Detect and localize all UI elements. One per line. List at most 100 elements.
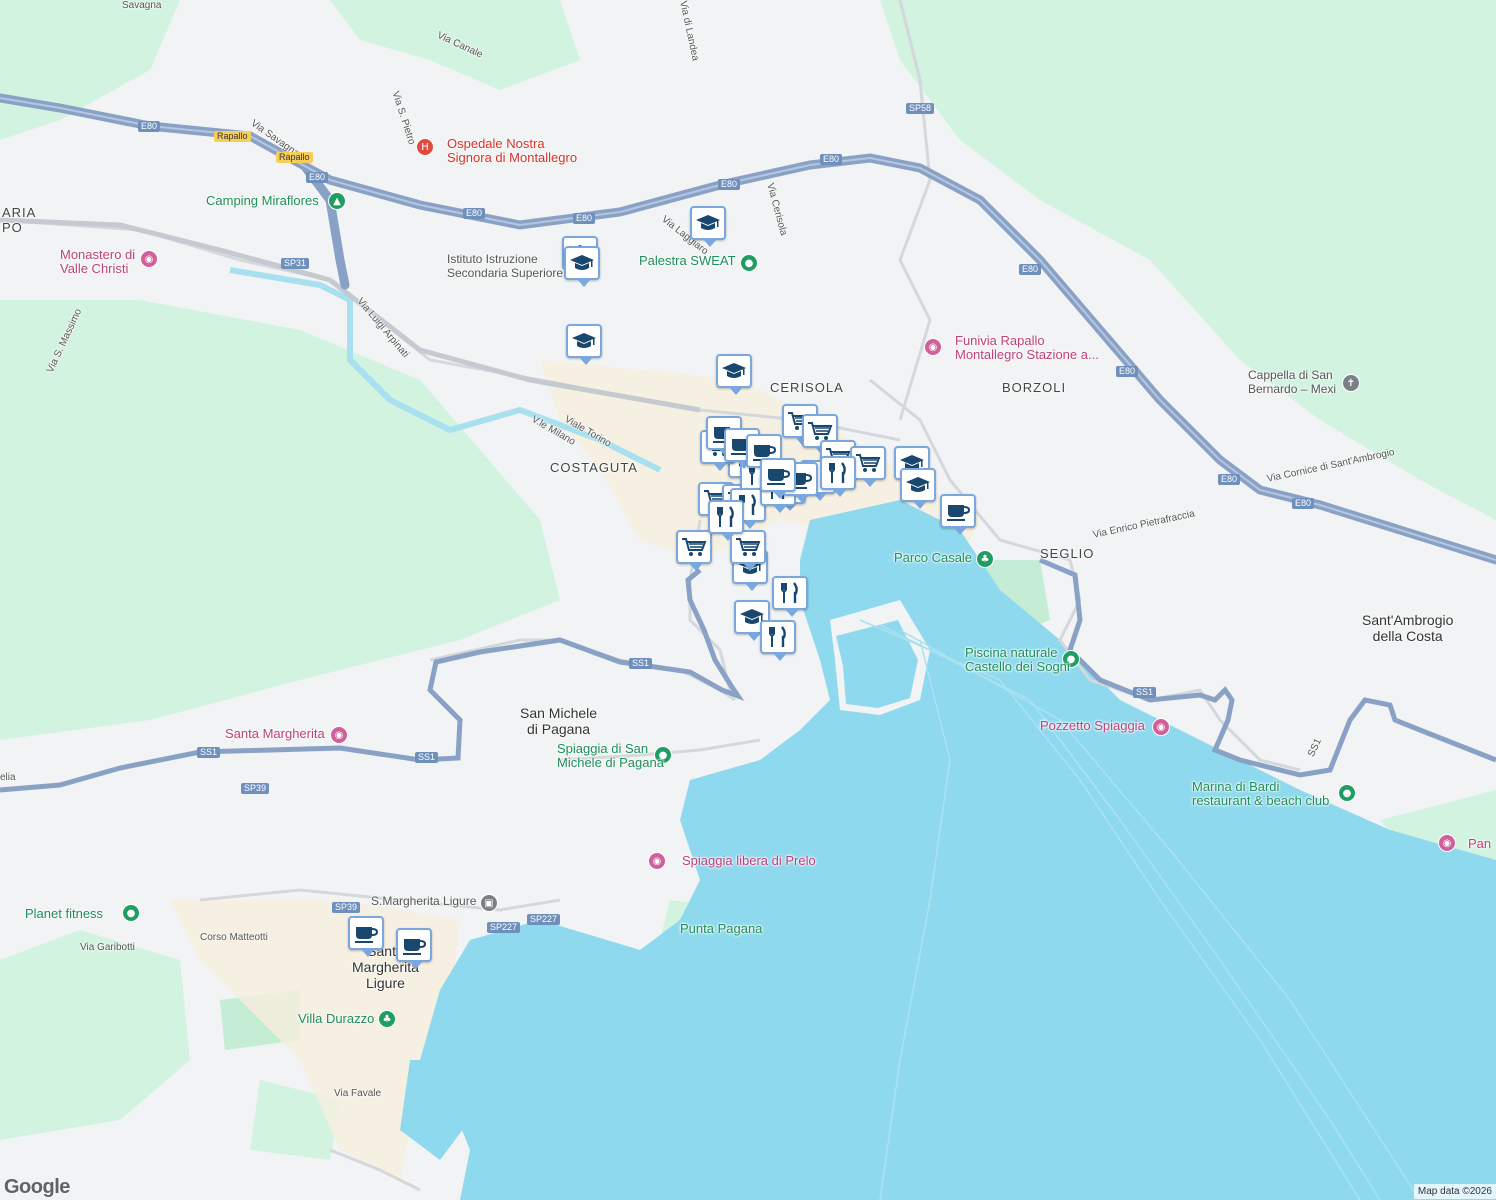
restaurant-icon (777, 582, 803, 604)
road-shield-rapallo-2: Rapallo (276, 152, 313, 163)
marker-shopping[interactable] (730, 530, 766, 571)
poi-label-monastero[interactable]: Monastero di Valle Christi (60, 248, 135, 276)
poi-label-punta-pagana[interactable]: Punta Pagana (680, 922, 762, 936)
poi-label-pozzetto[interactable]: Pozzetto Spiaggia (1040, 719, 1145, 733)
poi-label-marina-bardi[interactable]: Marina di Bardi restaurant & beach club (1192, 780, 1329, 808)
school-icon (721, 360, 747, 382)
road-shield-sp39-a: SP39 (241, 783, 270, 794)
area-label-seglio: SEGLIO (1040, 546, 1095, 561)
marker-school[interactable] (716, 354, 752, 395)
marker-cafe[interactable] (348, 916, 384, 957)
park-icon[interactable]: ♣ (378, 1010, 396, 1028)
restaurant-icon (825, 462, 851, 484)
school-icon (695, 212, 721, 234)
beach-icon[interactable]: ● (1338, 784, 1356, 802)
poi-label-camping[interactable]: Camping Miraflores (206, 194, 319, 208)
marker-restaurant[interactable] (760, 620, 796, 661)
road-shield-ss1-c: SS1 (415, 752, 439, 763)
marker-school[interactable] (900, 468, 936, 509)
marker-restaurant[interactable] (708, 500, 744, 541)
shopping-icon (855, 452, 881, 474)
shopping-icon (807, 420, 833, 442)
poi-label-stazione-sml[interactable]: S.Margherita Ligure (371, 894, 476, 908)
poi-label-piscina[interactable]: Piscina naturale Castello dei Sogni (965, 646, 1070, 674)
road-shield-e80-i: E80 (1218, 474, 1241, 485)
road-shield-e80-a: E80 (138, 121, 161, 132)
camera-icon[interactable]: ◉ (140, 250, 158, 268)
google-logo: Google (4, 1176, 70, 1198)
road-label-aurelia: elia (0, 772, 16, 783)
school-icon (569, 252, 595, 274)
marker-cafe[interactable] (396, 928, 432, 969)
road-shield-e80-d: E80 (573, 213, 596, 224)
town-label-sant-ambrogio[interactable]: Sant'Ambrogio della Costa (1362, 612, 1453, 644)
area-label-po: PO (2, 220, 23, 235)
marker-shopping[interactable] (676, 530, 712, 571)
camera-icon[interactable]: ◉ (1438, 834, 1456, 852)
cafe-icon (945, 500, 971, 522)
poi-label-pan[interactable]: Pan (1468, 837, 1491, 851)
area-label-cerisola: CERISOLA (770, 380, 844, 395)
poi-label-villa-durazzo[interactable]: Villa Durazzo (298, 1012, 374, 1026)
road-shield-e80-h: E80 (1116, 366, 1139, 377)
cafe-icon (765, 464, 791, 486)
poi-label-santa-margherita-poi[interactable]: Santa Margherita (225, 727, 325, 741)
cross-icon[interactable]: ✝ (1342, 374, 1360, 392)
area-label-costaguta: COSTAGUTA (550, 460, 638, 475)
marker-cafe[interactable] (940, 494, 976, 535)
marker-school[interactable] (690, 206, 726, 247)
restaurant-icon (713, 506, 739, 528)
poi-label-spiaggia-san-michele[interactable]: Spiaggia di San Michele di Pagana (557, 742, 664, 770)
marker-school[interactable] (564, 246, 600, 287)
map-attribution[interactable]: Map data ©2026 (1413, 1184, 1496, 1199)
road-shield-e80-g: E80 (1019, 264, 1042, 275)
road-shield-rapallo-1: Rapallo (214, 131, 251, 142)
camera-icon[interactable]: ◉ (924, 338, 942, 356)
poi-label-planet-fitness[interactable]: Planet fitness (25, 907, 103, 921)
town-label-san-michele[interactable]: San Michele di Pagana (520, 705, 597, 737)
camera-icon[interactable]: ◉ (330, 726, 348, 744)
road-shield-ss1-a: SS1 (629, 658, 653, 669)
road-shield-sp227-a: SP227 (487, 922, 521, 933)
gym-icon[interactable]: ● (122, 904, 140, 922)
shopping-icon (681, 536, 707, 558)
cafe-icon (401, 934, 427, 956)
poi-label-ospedale[interactable]: Ospedale Nostra Signora di Montallegro (447, 137, 577, 165)
road-label-corso-matteotti: Corso Matteotti (200, 932, 268, 943)
road-label-savagna: Savagna (122, 0, 162, 11)
area-label-aria: ARIA (2, 205, 37, 220)
marker-school[interactable] (566, 324, 602, 365)
road-shield-ss1-d: SS1 (1133, 687, 1157, 698)
poi-label-spiaggia-prelo[interactable]: Spiaggia libera di Prelo (682, 854, 816, 868)
marker-restaurant[interactable] (772, 576, 808, 617)
poi-label-parco-casale[interactable]: Parco Casale (894, 551, 972, 565)
poi-label-palestra[interactable]: Palestra SWEAT (639, 254, 736, 268)
road-shield-e80-b: E80 (306, 172, 329, 183)
restaurant-icon (765, 626, 791, 648)
school-icon (571, 330, 597, 352)
camping-icon[interactable]: ▲ (328, 192, 346, 210)
cafe-icon (353, 922, 379, 944)
marker-restaurant[interactable] (820, 456, 856, 497)
poi-label-funivia[interactable]: Funivia Rapallo Montallegro Stazione a..… (955, 334, 1099, 362)
train-icon[interactable]: ▣ (480, 894, 498, 912)
marker-cafe[interactable] (760, 458, 796, 499)
shopping-icon (735, 536, 761, 558)
camera-icon[interactable]: ◉ (1152, 718, 1170, 736)
poi-label-istituto[interactable]: Istituto Istruzione Secondaria Superiore… (447, 252, 573, 280)
park-icon[interactable]: ♣ (976, 550, 994, 568)
gym-icon[interactable]: ● (740, 254, 758, 272)
road-shield-e80-f: E80 (820, 154, 843, 165)
road-shield-sp39-b: SP39 (332, 902, 361, 913)
poi-label-cappella[interactable]: Cappella di San Bernardo – Mexi (1248, 368, 1336, 396)
hospital-icon[interactable]: H (416, 138, 434, 156)
map-canvas[interactable]: CERISOLA BORZOLI COSTAGUTA SEGLIO ARIA PO San … (0, 0, 1496, 1200)
road-label-via-garibotti: Via Garibotti (80, 942, 135, 953)
road-shield-e80-j: E80 (1292, 498, 1315, 509)
area-label-borzoli: BORZOLI (1002, 380, 1067, 395)
road-shield-ss1-b: SS1 (197, 747, 221, 758)
road-shield-e80-e: E80 (718, 179, 741, 190)
camera-icon[interactable]: ◉ (648, 852, 666, 870)
road-shield-e80-c: E80 (463, 208, 486, 219)
road-shield-sp58: SP58 (906, 103, 935, 114)
